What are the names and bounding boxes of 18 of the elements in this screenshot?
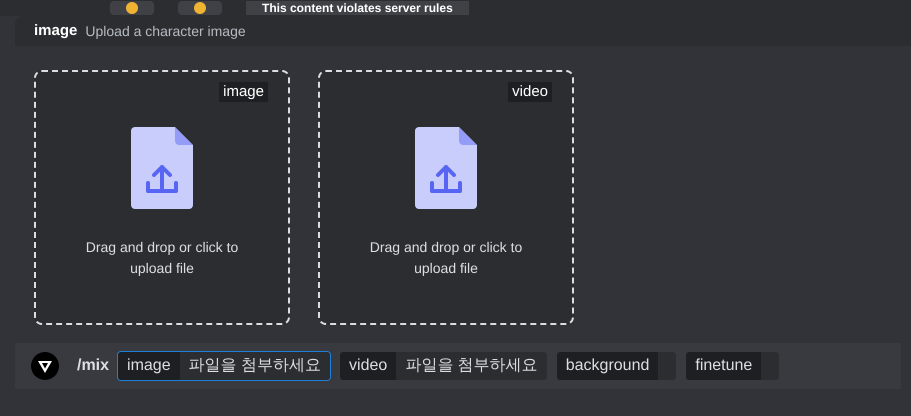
file-upload-icon <box>415 127 477 209</box>
command-name: /mix <box>77 356 110 376</box>
reaction-button[interactable] <box>110 1 154 15</box>
dropzone-tag: video <box>508 82 552 102</box>
upload-dropzone[interactable]: video Drag and drop or click to upload file <box>318 70 574 325</box>
panel-subtitle: Upload a character image <box>85 22 246 41</box>
file-upload-icon <box>131 127 193 209</box>
upload-dropzone[interactable]: image Drag and drop or click to upload file <box>34 70 290 325</box>
logo-icon <box>31 352 59 380</box>
command-option[interactable]: image 파일을 첨부하세요 <box>117 351 332 381</box>
dropzone-tag: image <box>219 82 268 102</box>
dropzone-hint: Drag and drop or click to upload file <box>84 238 240 278</box>
moderation-notice: This content violates server rules <box>246 1 469 15</box>
panel-title: image <box>34 20 78 41</box>
dropzone-hint: Drag and drop or click to upload file <box>368 238 524 278</box>
emoji-icon <box>194 2 206 14</box>
emoji-icon <box>126 2 138 14</box>
reaction-button[interactable] <box>178 1 222 15</box>
